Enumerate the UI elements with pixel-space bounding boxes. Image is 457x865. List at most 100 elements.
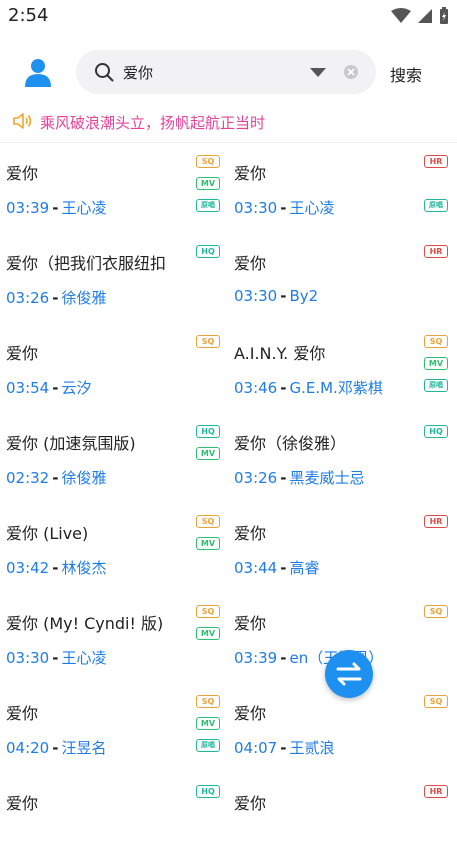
song-duration: 03:26 bbox=[6, 289, 50, 307]
song-item[interactable]: 爱你（徐俊雅） 03:26- 黑麦威士忌 HQ bbox=[228, 415, 454, 505]
song-duration: 03:54 bbox=[6, 379, 50, 397]
song-title: 爱你 bbox=[6, 704, 39, 723]
dropdown-triangle-icon[interactable] bbox=[310, 66, 326, 78]
speaker-icon bbox=[13, 113, 32, 129]
user-avatar-icon[interactable] bbox=[22, 56, 54, 88]
song-artist[interactable]: By2 bbox=[289, 287, 318, 305]
song-item[interactable]: 爱你 HR bbox=[228, 775, 454, 865]
search-button[interactable]: 搜索 bbox=[390, 62, 422, 86]
song-item[interactable]: 爱你 04:20- 汪昱名 SQ MV 原唱 bbox=[0, 685, 226, 775]
signal-icon bbox=[418, 9, 432, 23]
song-item[interactable]: 爱你 (加速氛围版) 02:32- 徐俊雅 HQ MV bbox=[0, 415, 226, 505]
sq-badge: SQ bbox=[196, 335, 220, 348]
song-artist[interactable]: 徐俊雅 bbox=[61, 289, 106, 307]
song-duration: 03:39 bbox=[6, 199, 50, 217]
song-title: 爱你 bbox=[6, 164, 39, 183]
song-title: 爱你 bbox=[234, 794, 267, 813]
song-meta: 03:30- 王心凌 bbox=[234, 197, 334, 218]
song-artist[interactable]: 徐俊雅 bbox=[61, 469, 106, 487]
original-badge: 原唱 bbox=[424, 199, 448, 212]
song-artist[interactable]: 林俊杰 bbox=[61, 559, 106, 577]
notice-bar: 乘风破浪潮头立，扬帆起航正当时 bbox=[0, 108, 457, 134]
song-artist[interactable]: 云汐 bbox=[61, 379, 91, 397]
battery-icon bbox=[440, 7, 448, 24]
song-duration: 03:42 bbox=[6, 559, 50, 577]
mv-badge: MV bbox=[196, 447, 220, 460]
song-title: 爱你（徐俊雅） bbox=[234, 434, 347, 453]
separator: - bbox=[52, 379, 59, 397]
song-item[interactable]: 爱你 03:54- 云汐 SQ bbox=[0, 325, 226, 415]
song-meta: 03:44- 高睿 bbox=[234, 557, 319, 578]
song-duration: 03:30 bbox=[234, 287, 278, 305]
song-duration: 02:32 bbox=[6, 469, 50, 487]
song-artist[interactable]: 黑麦威士忌 bbox=[289, 469, 364, 487]
song-item[interactable]: 爱你（把我们衣服纽扣 03:26- 徐俊雅 HQ bbox=[0, 235, 226, 325]
song-meta: 03:26- 黑麦威士忌 bbox=[234, 467, 364, 488]
sq-badge: SQ bbox=[196, 515, 220, 528]
sq-badge: SQ bbox=[424, 695, 448, 708]
song-item[interactable]: A.I.N.Y. 爱你 03:46- G.E.M.邓紫棋 SQ MV 原唱 bbox=[228, 325, 454, 415]
status-time: 2:54 bbox=[8, 5, 49, 26]
song-artist[interactable]: 王贰浪 bbox=[289, 739, 334, 757]
notice-text: 乘风破浪潮头立，扬帆起航正当时 bbox=[40, 114, 266, 132]
separator: - bbox=[52, 289, 59, 307]
hq-badge: HQ bbox=[196, 245, 220, 258]
song-duration: 03:46 bbox=[234, 379, 278, 397]
mv-badge: MV bbox=[196, 627, 220, 640]
song-item[interactable]: 爱你 03:30- 王心凌 HR 原唱 bbox=[228, 145, 454, 235]
song-meta: 03:39- 王心凌 bbox=[6, 197, 106, 218]
song-artist[interactable]: 王心凌 bbox=[61, 199, 106, 217]
swap-arrows-icon bbox=[336, 662, 362, 686]
separator: - bbox=[52, 559, 59, 577]
search-box[interactable]: 爱你 bbox=[76, 50, 376, 94]
hr-badge: HR bbox=[424, 155, 448, 168]
song-duration: 03:39 bbox=[234, 649, 278, 667]
song-duration: 03:44 bbox=[234, 559, 278, 577]
song-title: 爱你 (My! Cyndi! 版) bbox=[6, 614, 164, 633]
separator: - bbox=[280, 379, 287, 397]
song-title: 爱你（把我们衣服纽扣 bbox=[6, 254, 167, 273]
mv-badge: MV bbox=[196, 537, 220, 550]
song-title: 爱你 (加速氛围版) bbox=[6, 434, 136, 453]
song-artist[interactable]: G.E.M.邓紫棋 bbox=[289, 379, 382, 397]
song-item[interactable]: 爱你 03:30- By2 HR bbox=[228, 235, 454, 325]
song-item[interactable]: 爱你 03:39- 王心凌 SQ MV 原唱 bbox=[0, 145, 226, 235]
song-item[interactable]: 爱你 HQ bbox=[0, 775, 226, 865]
hq-badge: HQ bbox=[424, 425, 448, 438]
hr-badge: HR bbox=[424, 515, 448, 528]
song-title: A.I.N.Y. 爱你 bbox=[234, 344, 326, 363]
mv-badge: MV bbox=[196, 177, 220, 190]
search-input[interactable]: 爱你 bbox=[123, 62, 153, 83]
mv-badge: MV bbox=[196, 717, 220, 730]
song-title: 爱你 bbox=[234, 704, 267, 723]
original-badge: 原唱 bbox=[424, 379, 448, 392]
song-title: 爱你 bbox=[234, 614, 267, 633]
hq-badge: HQ bbox=[196, 425, 220, 438]
status-icons bbox=[391, 6, 449, 26]
divider bbox=[0, 142, 457, 143]
song-duration: 03:30 bbox=[234, 199, 278, 217]
song-meta: 03:30- By2 bbox=[234, 287, 318, 305]
original-badge: 原唱 bbox=[196, 199, 220, 212]
sq-badge: SQ bbox=[424, 335, 448, 348]
sq-badge: SQ bbox=[196, 695, 220, 708]
song-meta: 02:32- 徐俊雅 bbox=[6, 467, 106, 488]
song-meta: 03:26- 徐俊雅 bbox=[6, 287, 106, 308]
song-artist[interactable]: 王心凌 bbox=[61, 649, 106, 667]
switch-fab-button[interactable] bbox=[325, 650, 373, 698]
song-item[interactable]: 爱你 03:44- 高睿 HR bbox=[228, 505, 454, 595]
song-item[interactable]: 爱你 (My! Cyndi! 版) 03:30- 王心凌 SQ MV bbox=[0, 595, 226, 685]
song-item[interactable]: 爱你 (Live) 03:42- 林俊杰 SQ MV bbox=[0, 505, 226, 595]
song-title: 爱你 bbox=[6, 794, 39, 813]
separator: - bbox=[280, 469, 287, 487]
separator: - bbox=[52, 469, 59, 487]
clear-icon[interactable] bbox=[343, 64, 359, 80]
hr-badge: HR bbox=[424, 245, 448, 258]
search-icon bbox=[95, 63, 114, 82]
song-duration: 03:26 bbox=[234, 469, 278, 487]
song-artist[interactable]: 汪昱名 bbox=[61, 739, 106, 757]
sq-badge: SQ bbox=[424, 605, 448, 618]
song-item[interactable]: 爱你 04:07- 王贰浪 SQ bbox=[228, 685, 454, 775]
song-artist[interactable]: 王心凌 bbox=[289, 199, 334, 217]
song-artist[interactable]: 高睿 bbox=[289, 559, 319, 577]
